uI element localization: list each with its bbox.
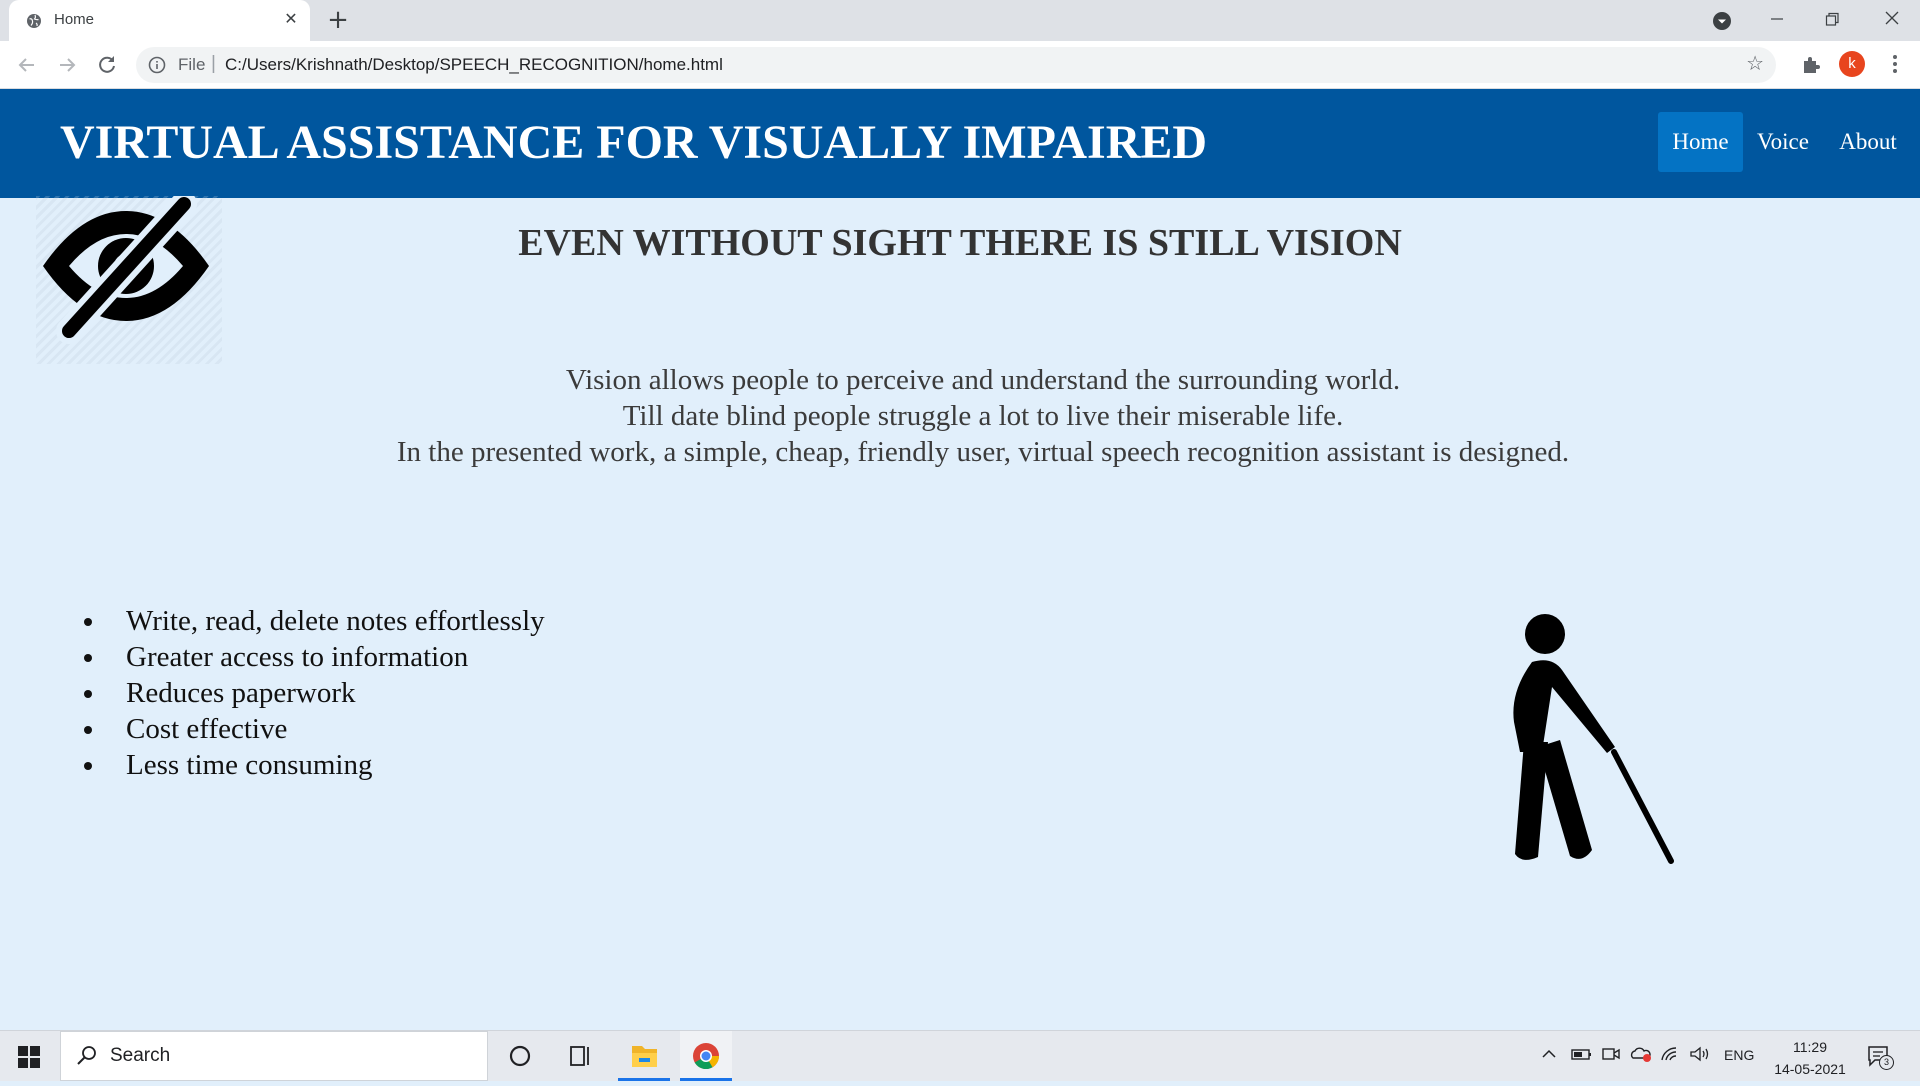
page-tagline: EVEN WITHOUT SIGHT THERE IS STILL VISION: [518, 222, 1402, 264]
feature-item: Greater access to information: [84, 639, 545, 675]
file-explorer-icon[interactable]: [618, 1031, 670, 1081]
taskbar-search-box[interactable]: Search: [60, 1031, 488, 1081]
taskbar-clock[interactable]: 11:29 14-05-2021: [1765, 1036, 1855, 1080]
tab-title: Home: [54, 11, 95, 28]
profile-avatar[interactable]: k: [1839, 51, 1865, 77]
tab-search-icon[interactable]: [1712, 11, 1732, 31]
scheme-label: File: [178, 55, 206, 74]
feature-list: Write, read, delete notes effortlessly G…: [84, 603, 545, 783]
battery-icon[interactable]: [1571, 1045, 1593, 1067]
feature-item: Less time consuming: [84, 747, 545, 783]
star-icon[interactable]: ☆: [1746, 51, 1764, 75]
chevron-up-icon[interactable]: [1541, 1045, 1557, 1067]
windows-start-icon[interactable]: [18, 1046, 40, 1068]
bullet-icon: [84, 618, 92, 626]
nav-home-link[interactable]: Home: [1658, 112, 1743, 172]
windows-taskbar: Search ENG 11:29 14-05-2021 3: [0, 1030, 1920, 1081]
chrome-icon[interactable]: [680, 1031, 732, 1081]
reload-icon[interactable]: [93, 51, 121, 79]
browser-toolbar: File | C:/Users/Krishnath/Desktop/SPEECH…: [0, 41, 1920, 89]
feature-text: Cost effective: [126, 713, 288, 745]
info-icon[interactable]: [148, 56, 166, 74]
site-navbar: VIRTUAL ASSISTANCE FOR VISUALLY IMPAIRED…: [0, 89, 1920, 198]
bullet-icon: [84, 690, 92, 698]
forward-arrow-icon[interactable]: [53, 51, 81, 79]
globe-icon: [27, 14, 41, 28]
bullet-icon: [84, 654, 92, 662]
back-arrow-icon[interactable]: [13, 51, 41, 79]
feature-item: Reduces paperwork: [84, 675, 545, 711]
nav-voice-link[interactable]: Voice: [1752, 112, 1814, 172]
menu-icon[interactable]: [1885, 52, 1905, 76]
clock-time: 11:29: [1793, 1039, 1827, 1055]
cortana-icon[interactable]: [494, 1031, 546, 1081]
url-text[interactable]: C:/Users/Krishnath/Desktop/SPEECH_RECOGN…: [225, 55, 723, 75]
wifi-icon[interactable]: [1660, 1045, 1680, 1067]
browser-tab[interactable]: Home ✕: [9, 0, 310, 41]
task-view-icon[interactable]: [554, 1031, 606, 1081]
bullet-icon: [84, 762, 92, 770]
site-title: VIRTUAL ASSISTANCE FOR VISUALLY IMPAIRED: [60, 116, 1208, 169]
minimize-icon[interactable]: [1757, 6, 1797, 34]
maximize-icon[interactable]: [1812, 6, 1852, 34]
intro-line: Vision allows people to perceive and und…: [565, 364, 1401, 396]
intro-line: Till date blind people struggle a lot to…: [622, 400, 1344, 432]
intro-line: In the presented work, a simple, cheap, …: [396, 436, 1570, 468]
close-icon[interactable]: [1872, 6, 1912, 34]
clock-date: 14-05-2021: [1774, 1061, 1846, 1077]
feature-text: Less time consuming: [126, 749, 373, 781]
url-separator: |: [211, 53, 216, 74]
onedrive-icon[interactable]: [1629, 1045, 1653, 1067]
bullet-icon: [84, 726, 92, 734]
feature-item: Write, read, delete notes effortlessly: [84, 603, 545, 639]
notification-count: 3: [1879, 1055, 1894, 1070]
taskbar-search-placeholder: Search: [110, 1045, 171, 1066]
feature-text: Write, read, delete notes effortlessly: [126, 605, 545, 637]
volume-icon[interactable]: [1689, 1045, 1711, 1067]
feature-text: Reduces paperwork: [126, 677, 356, 709]
meet-now-icon[interactable]: [1601, 1045, 1621, 1067]
tab-close-icon[interactable]: ✕: [281, 9, 301, 29]
feature-item: Cost effective: [84, 711, 545, 747]
extensions-icon[interactable]: [1800, 53, 1822, 75]
language-indicator[interactable]: ENG: [1724, 1047, 1754, 1063]
notification-icon[interactable]: 3: [1866, 1043, 1894, 1070]
search-icon: [77, 1046, 96, 1065]
nav-about-link[interactable]: About: [1832, 112, 1904, 172]
new-tab-button[interactable]: +: [325, 7, 351, 33]
intro-paragraph: Vision allows people to perceive and und…: [0, 362, 1920, 470]
feature-text: Greater access to information: [126, 641, 469, 673]
tab-strip: Home ✕ +: [0, 0, 1920, 41]
address-bar[interactable]: File | C:/Users/Krishnath/Desktop/SPEECH…: [136, 47, 1776, 83]
blind-person-with-cane-icon: [1513, 614, 1674, 864]
